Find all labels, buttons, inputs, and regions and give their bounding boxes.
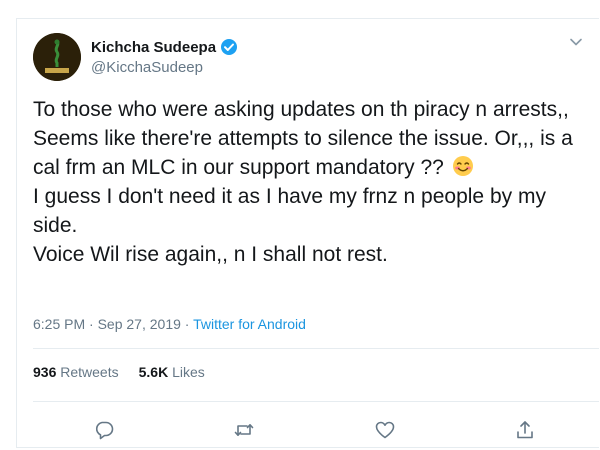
meta-separator: · xyxy=(184,316,190,332)
display-name[interactable]: Kichcha Sudeepa xyxy=(91,39,216,56)
tweet-line: To those who were asking updates on th p… xyxy=(33,98,569,121)
avatar[interactable] xyxy=(33,33,81,81)
tweet-meta: 6:25 PM · Sep 27, 2019 · Twitter for And… xyxy=(33,316,306,332)
user-names: Kichcha Sudeepa @KicchaSudeep xyxy=(91,37,238,76)
smiling-face-emoji-icon xyxy=(452,155,474,177)
divider xyxy=(33,348,599,349)
retweets-label: Retweets xyxy=(60,364,119,380)
tweet-header: Kichcha Sudeepa @KicchaSudeep xyxy=(33,33,585,85)
tweet-line: Voice Wil rise again,, n I shall not res… xyxy=(33,243,388,266)
heart-icon[interactable] xyxy=(374,419,396,441)
tweet-actions xyxy=(17,419,599,443)
tweet-line: Seems like there're attempts to silence … xyxy=(33,124,589,182)
retweet-icon[interactable] xyxy=(233,419,255,441)
verified-badge-icon xyxy=(220,38,238,56)
tweet-line-text: Seems like there're attempts to silence … xyxy=(33,127,573,179)
likes-count: 5.6K xyxy=(138,364,169,380)
tweet-stats: 936 Retweets 5.6K Likes xyxy=(33,364,225,380)
divider xyxy=(33,401,599,402)
reply-icon[interactable] xyxy=(93,419,115,441)
user-handle[interactable]: @KicchaSudeep xyxy=(91,59,238,76)
meta-separator: · xyxy=(89,316,94,332)
tweet-line: I guess I don't need it as I have my frn… xyxy=(33,185,546,237)
tweet-source-link[interactable]: Twitter for Android xyxy=(193,316,306,332)
retweets-stat[interactable]: 936 Retweets xyxy=(33,364,119,380)
tweet-date[interactable]: Sep 27, 2019 xyxy=(98,316,181,332)
likes-label: Likes xyxy=(172,364,205,380)
share-icon[interactable] xyxy=(514,419,536,441)
chevron-down-icon[interactable] xyxy=(567,33,585,51)
tweet-time[interactable]: 6:25 PM xyxy=(33,316,85,332)
retweets-count: 936 xyxy=(33,364,57,380)
tweet-card: Kichcha Sudeepa @KicchaSudeep To those w… xyxy=(16,18,599,448)
tweet-text: To those who were asking updates on th p… xyxy=(33,95,589,269)
likes-stat[interactable]: 5.6K Likes xyxy=(139,364,205,380)
